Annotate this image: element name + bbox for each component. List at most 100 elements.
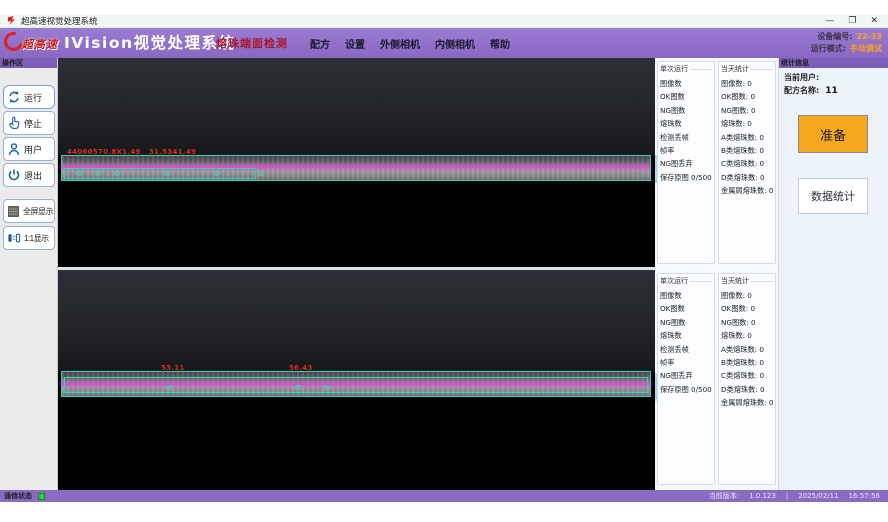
feature-marker bbox=[76, 171, 82, 176]
single-run-groupbox: 单次运行 图像数 OK图数 NG图数 熔珠数 检测丢帧 帧率 NG图丢弃 保存原… bbox=[657, 273, 715, 485]
info-panel: 统计信息 当前用户: 配方名称:11 准备 数据统计 bbox=[778, 58, 888, 490]
operation-sidebar: 操作区 运行 停止 用户 bbox=[0, 58, 58, 490]
page-subtitle: 熔珠端面检测 bbox=[216, 28, 288, 60]
stat-row: D类熔珠数: 0 bbox=[721, 383, 773, 396]
stat-row: 保存原图 0/500 bbox=[660, 171, 712, 184]
one-to-one-button-label: 1:1显示 bbox=[24, 233, 49, 244]
stop-button[interactable]: 停止 bbox=[3, 111, 55, 135]
app-logo-icon bbox=[8, 16, 15, 25]
data-statistics-button[interactable]: 数据统计 bbox=[798, 178, 868, 214]
run-refresh-icon bbox=[7, 90, 21, 104]
menu-item-help[interactable]: 帮助 bbox=[490, 36, 510, 51]
status-date: 2025/02/11 bbox=[798, 492, 838, 500]
run-button[interactable]: 运行 bbox=[3, 85, 55, 109]
comm-status-indicator bbox=[38, 493, 45, 500]
minimize-button[interactable]: — bbox=[825, 14, 834, 28]
stat-row: OK图数 bbox=[660, 302, 712, 315]
exit-button[interactable]: 退出 bbox=[3, 163, 55, 187]
stop-hand-icon bbox=[7, 116, 21, 130]
measurement-annotation: 53.11 bbox=[161, 364, 185, 372]
measurement-annotation: 44060570.8X1.49 31.5341.49 bbox=[67, 148, 196, 156]
camera-image-background bbox=[58, 58, 655, 155]
stat-row: B类熔珠数: 0 bbox=[721, 144, 773, 157]
stat-row: 熔珠数 bbox=[660, 329, 712, 342]
stat-row: C类熔珠数: 0 bbox=[721, 369, 773, 382]
feature-marker bbox=[214, 171, 220, 176]
stat-row: OK图数: 0 bbox=[721, 302, 773, 315]
stat-row: 熔珠数: 0 bbox=[721, 329, 773, 342]
sidebar-title: 操作区 bbox=[0, 58, 57, 68]
measurement-annotation: 56.43 bbox=[289, 364, 313, 372]
run-mode-label: 运行模式: bbox=[811, 44, 846, 53]
user-button[interactable]: 用户 bbox=[3, 137, 55, 161]
one-to-one-button[interactable]: 1:1显示 bbox=[3, 226, 55, 250]
stop-button-label: 停止 bbox=[24, 117, 42, 130]
feature-marker bbox=[258, 171, 264, 176]
recipe-name-value: 11 bbox=[825, 86, 838, 96]
device-id-value: 22-33 bbox=[856, 32, 882, 41]
comm-status-label: 通信状态 bbox=[4, 491, 32, 501]
menu-item-inner-camera[interactable]: 内侧相机 bbox=[435, 36, 475, 51]
stat-row: 保存原图 0/500 bbox=[660, 383, 712, 396]
fullscreen-button[interactable]: 全屏显示 bbox=[3, 199, 55, 223]
menu-item-recipe[interactable]: 配方 bbox=[310, 36, 330, 51]
inner-camera-viewport[interactable]: 53.11 56.43 bbox=[58, 270, 655, 490]
prepare-button[interactable]: 准备 bbox=[798, 115, 868, 153]
brand-name: 超高速 bbox=[22, 36, 58, 52]
stat-row: 检测丢帧 bbox=[660, 131, 712, 144]
device-id-label: 设备编号: bbox=[817, 32, 852, 41]
stat-row: OK图数: 0 bbox=[721, 90, 773, 103]
stat-row: 熔珠数 bbox=[660, 117, 712, 130]
group-title: 单次运行 bbox=[660, 276, 712, 286]
stat-row: 检测丢帧 bbox=[660, 343, 712, 356]
os-titlebar: 超高速视觉处理系统 — ❐ ✕ bbox=[0, 14, 888, 28]
stat-row: NG图丢弃 bbox=[660, 157, 712, 170]
stat-row: A类熔珠数: 0 bbox=[721, 131, 773, 144]
group-title: 当天统计 bbox=[721, 64, 773, 74]
window-title: 超高速视觉处理系统 bbox=[21, 15, 98, 27]
daily-stats-groupbox: 当天统计 图像数: 0 OK图数: 0 NG图数: 0 熔珠数: 0 A类熔珠数… bbox=[718, 273, 776, 485]
stat-row: 图像数: 0 bbox=[721, 77, 773, 90]
menu-item-settings[interactable]: 设置 bbox=[345, 36, 365, 51]
camera-image-background bbox=[58, 270, 655, 371]
info-panel-title: 统计信息 bbox=[779, 58, 888, 68]
version-value: 1.0.123 bbox=[749, 492, 776, 500]
stat-row: A类熔珠数: 0 bbox=[721, 343, 773, 356]
version-label: 当前版本: bbox=[709, 491, 739, 501]
run-mode-value: 手动调试 bbox=[850, 44, 882, 53]
exit-button-label: 退出 bbox=[24, 169, 42, 182]
stats-section-bottom: 单次运行 图像数 OK图数 NG图数 熔珠数 检测丢帧 帧率 NG图丢弃 保存原… bbox=[655, 270, 778, 488]
main-menu: 配方 设置 外侧相机 内侧相机 帮助 bbox=[310, 28, 510, 58]
roi-rect-overlay bbox=[64, 377, 648, 393]
feature-marker bbox=[114, 171, 120, 176]
current-user-label: 当前用户: bbox=[784, 73, 819, 82]
stat-row: NG图数: 0 bbox=[721, 316, 773, 329]
status-bar: 通信状态 当前版本: 1.0.123 | 2025/02/11 16:57:56 bbox=[0, 490, 888, 502]
group-title: 当天统计 bbox=[721, 276, 773, 286]
stat-row: 图像数: 0 bbox=[721, 289, 773, 302]
statistics-column: 单次运行 图像数 OK图数 NG图数 熔珠数 检测丢帧 帧率 NG图丢弃 保存原… bbox=[655, 58, 778, 490]
maximize-button[interactable]: ❐ bbox=[848, 14, 856, 28]
feature-marker bbox=[164, 171, 170, 176]
close-button[interactable]: ✕ bbox=[870, 14, 878, 28]
daily-stats-groupbox: 当天统计 图像数: 0 OK图数: 0 NG图数: 0 熔珠数: 0 A类熔珠数… bbox=[718, 61, 776, 264]
page-title: IVision视觉处理系统 bbox=[64, 28, 236, 58]
weld-bead-band bbox=[61, 155, 651, 181]
menu-item-outer-camera[interactable]: 外侧相机 bbox=[380, 36, 420, 51]
fullscreen-icon bbox=[7, 205, 20, 218]
stats-section-top: 单次运行 图像数 OK图数 NG图数 熔珠数 检测丢帧 帧率 NG图丢弃 保存原… bbox=[655, 58, 778, 267]
stat-row: 图像数 bbox=[660, 77, 712, 90]
status-separator: | bbox=[786, 492, 788, 500]
stat-row: D类熔珠数: 0 bbox=[721, 171, 773, 184]
stat-row: 帧率 bbox=[660, 356, 712, 369]
run-button-label: 运行 bbox=[24, 91, 42, 104]
stat-row: 帧率 bbox=[660, 144, 712, 157]
stat-row: NG图丢弃 bbox=[660, 369, 712, 382]
stat-row: 金属屑熔珠数: 0 bbox=[721, 396, 773, 409]
stat-row: 熔珠数: 0 bbox=[721, 117, 773, 130]
stat-row: NG图数: 0 bbox=[721, 104, 773, 117]
recipe-name-row: 配方名称:11 bbox=[784, 85, 838, 96]
feature-marker bbox=[295, 385, 301, 390]
outer-camera-viewport[interactable]: 44060570.8X1.49 31.5341.49 bbox=[58, 58, 655, 267]
stat-row: OK图数 bbox=[660, 90, 712, 103]
